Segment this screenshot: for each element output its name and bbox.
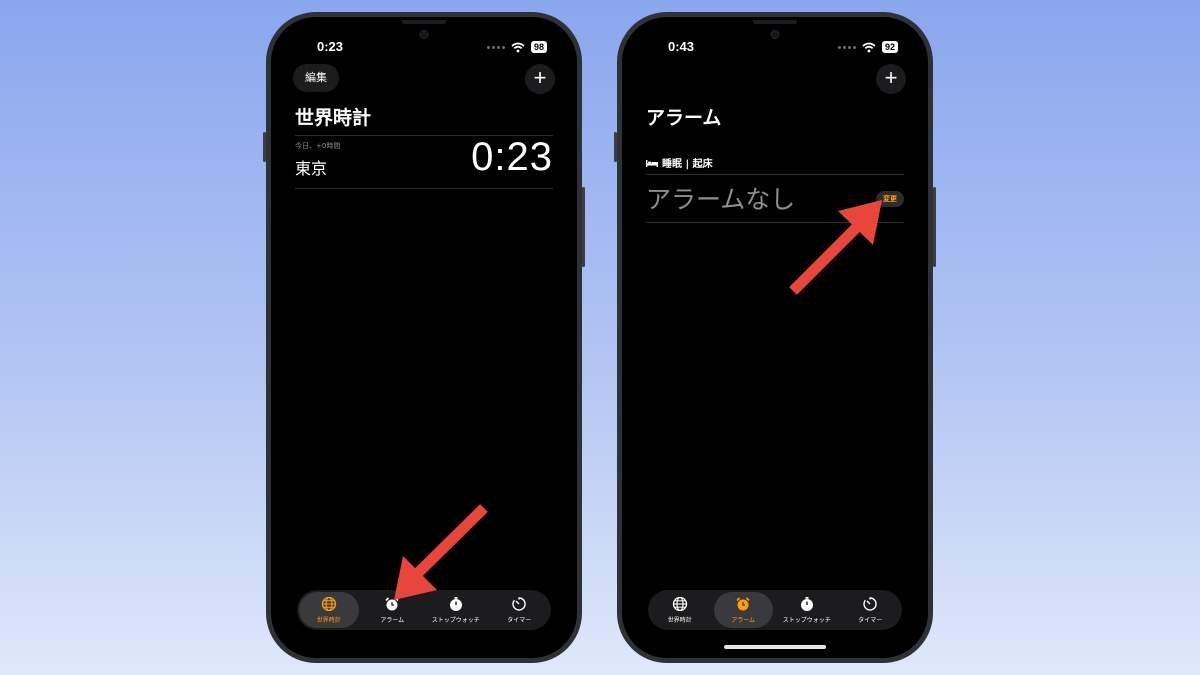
- page-title: 世界時計: [295, 107, 372, 129]
- tab-bar: 世界時計 アラーム ストップウォッチ タイマー: [648, 590, 902, 630]
- home-indicator: [724, 645, 826, 649]
- alarm-clock-icon: [385, 597, 399, 611]
- stopwatch-icon: [449, 597, 462, 611]
- add-button[interactable]: +: [876, 64, 906, 94]
- page-title: アラーム: [646, 107, 722, 129]
- battery-indicator: 92: [881, 41, 898, 53]
- wifi-icon: [862, 42, 876, 52]
- tab-label: タイマー: [507, 617, 532, 624]
- tab-timer[interactable]: タイマー: [490, 592, 550, 628]
- divider: [295, 188, 553, 189]
- tab-world-clock[interactable]: 世界時計: [650, 592, 710, 628]
- tab-label: ストップウォッチ: [431, 617, 480, 624]
- bed-icon: [646, 159, 658, 167]
- sleep-wake-label: 睡眠 | 起床: [662, 159, 713, 170]
- edit-button[interactable]: 編集: [293, 64, 339, 92]
- change-button[interactable]: 変更: [876, 191, 904, 207]
- sleep-wake-header: 睡眠 | 起床: [646, 155, 713, 170]
- status-bar: 0:43 92: [622, 39, 928, 57]
- signal-dots-icon: [486, 45, 505, 49]
- globe-icon: [672, 596, 687, 612]
- clock-time-display: 0:23: [471, 135, 553, 179]
- alarm-clock-icon: [736, 597, 750, 611]
- clock-city-label: 東京: [295, 159, 328, 178]
- tab-alarm[interactable]: アラーム: [363, 592, 423, 628]
- front-camera: [770, 30, 780, 39]
- screen-alarm: 0:43 92 + アラーム 睡眠 | 起床 アラームなし 変更 世界時計 アラ…: [622, 17, 928, 658]
- clock-offset-label: 今日、+0時間: [295, 142, 341, 150]
- status-time: 0:23: [317, 39, 344, 54]
- timer-icon: [863, 597, 877, 611]
- speaker-grille: [753, 20, 797, 24]
- tab-world-clock[interactable]: 世界時計: [299, 592, 359, 628]
- tab-label: 世界時計: [667, 617, 692, 624]
- tab-alarm[interactable]: アラーム: [713, 592, 773, 628]
- screen-world-clock: 0:23 98 編集 + 世界時計 今日、+0時間 東京 0:23 世界時計 ア…: [271, 17, 577, 658]
- add-button[interactable]: +: [525, 64, 555, 94]
- tab-label: アラーム: [380, 617, 405, 624]
- globe-icon: [321, 596, 336, 612]
- tab-stopwatch[interactable]: ストップウォッチ: [777, 592, 837, 628]
- tab-label: タイマー: [858, 617, 883, 624]
- front-camera: [419, 30, 429, 39]
- signal-dots-icon: [837, 45, 856, 49]
- tab-label: アラーム: [731, 617, 756, 624]
- tab-bar: 世界時計 アラーム ストップウォッチ タイマー: [297, 590, 551, 630]
- wifi-icon: [511, 42, 525, 52]
- status-time: 0:43: [668, 39, 695, 54]
- phone-frame-left: 0:23 98 編集 + 世界時計 今日、+0時間 東京 0:23 世界時計 ア…: [263, 12, 585, 663]
- stopwatch-icon: [800, 597, 813, 611]
- speaker-grille: [402, 20, 446, 24]
- divider: [646, 174, 904, 175]
- world-clock-row[interactable]: 今日、+0時間 東京 0:23: [295, 135, 553, 189]
- tab-stopwatch[interactable]: ストップウォッチ: [426, 592, 486, 628]
- tab-label: 世界時計: [316, 617, 341, 624]
- no-alarm-label: アラームなし: [646, 185, 796, 214]
- phone-frame-right: 0:43 92 + アラーム 睡眠 | 起床 アラームなし 変更 世界時計 アラ…: [614, 12, 936, 663]
- annotation-arrows: [394, 200, 882, 600]
- battery-indicator: 98: [530, 41, 547, 53]
- timer-icon: [512, 597, 526, 611]
- tab-label: ストップウォッチ: [782, 617, 831, 624]
- tab-timer[interactable]: タイマー: [841, 592, 901, 628]
- divider: [646, 222, 904, 223]
- status-bar: 0:23 98: [271, 39, 577, 57]
